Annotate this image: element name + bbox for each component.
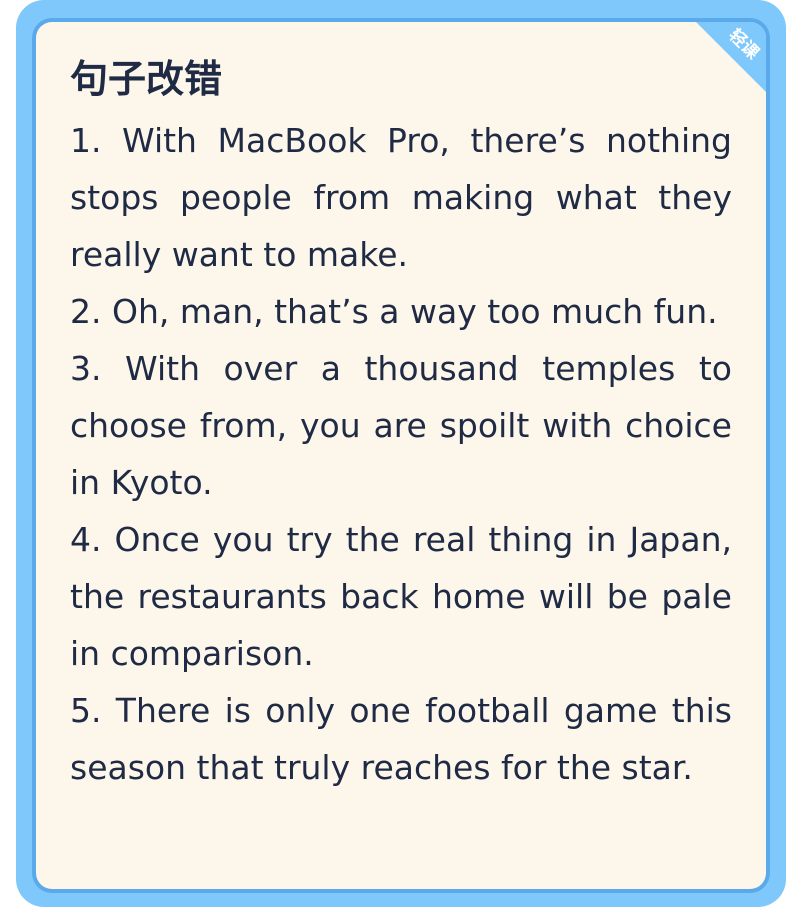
card-frame: 轻课 句子改错 1. With MacBook Pro, there’s not… (16, 0, 786, 907)
sentence-list: 1. With MacBook Pro, there’s nothing sto… (70, 112, 732, 796)
card-border: 轻课 句子改错 1. With MacBook Pro, there’s not… (32, 18, 770, 893)
corner-tag-icon: 轻课 (696, 22, 766, 92)
sentence-item: 2. Oh, man, that’s a way too much fun. (70, 292, 718, 331)
sentence-item: 4. Once you try the real thing in Japan,… (70, 520, 732, 673)
page-title: 句子改错 (70, 57, 223, 101)
exercise-card: 轻课 句子改错 1. With MacBook Pro, there’s not… (36, 22, 766, 889)
sentence-item: 5. There is only one football game this … (70, 691, 732, 787)
corner-tag-badge: 轻课 (696, 22, 766, 92)
sentence-item: 1. With MacBook Pro, there’s nothing sto… (70, 121, 732, 274)
sentence-item: 3. With over a thousand temples to choos… (70, 349, 732, 502)
